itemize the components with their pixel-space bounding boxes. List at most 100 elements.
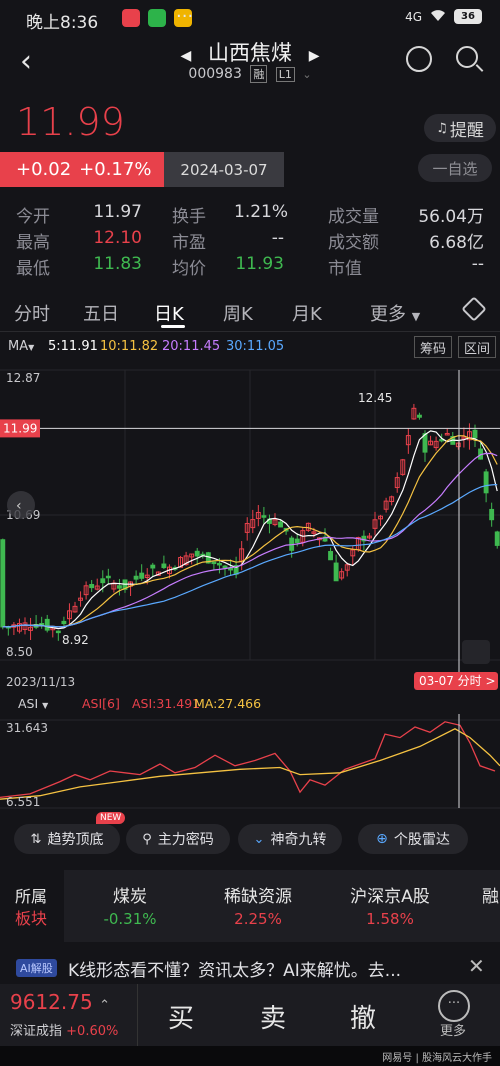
candle-body (483, 471, 489, 494)
stat-label: 市盈 (172, 233, 206, 253)
quote-date: 2024-03-07 (164, 152, 284, 187)
refresh-icon[interactable] (406, 46, 432, 72)
candle-body (55, 630, 61, 634)
high-price-label: 12.45 (358, 391, 392, 405)
y-axis-bottom: 8.50 (6, 645, 33, 659)
sector-panel: 所属 板块 煤炭 -0.31% 稀缺资源 2.25% 沪深京A股 1.58% 融 (0, 870, 500, 942)
price-change-pct: +0.17% (79, 159, 152, 180)
buy-button[interactable]: 买 (168, 998, 194, 1035)
sector-item-ashare[interactable]: 沪深京A股 (330, 882, 450, 907)
trend-top-bottom-button[interactable]: ⇅ 趋势顶底 (14, 824, 120, 854)
tab-five-day[interactable]: 五日 (83, 300, 119, 326)
stat-label: 最低 (16, 259, 50, 279)
status-more-icon: ··· (176, 6, 194, 27)
watchlist-button[interactable]: 一自选 (418, 154, 492, 182)
stat-label: 成交额 (328, 233, 379, 253)
chevron-down-icon: ⌄ (253, 831, 265, 847)
ma10-value: 10:11.82 (100, 339, 159, 354)
stat-label: 最高 (16, 233, 50, 253)
stat-value: 6.68亿 (429, 233, 484, 253)
candle-body (194, 550, 200, 557)
search-icon[interactable] (456, 46, 478, 68)
close-icon[interactable]: ✕ (468, 954, 485, 978)
asi-legend-row: ASI ▼ ASI[6] ASI:31.491 MA:27.466 (0, 692, 500, 716)
candle-body (228, 567, 234, 571)
candle-body (117, 585, 122, 589)
index-info: 深证成指 +0.60% (10, 1024, 119, 1039)
index-value[interactable]: 9612.75 ⌃ (10, 990, 110, 1014)
watermark-strip: 网易号 | 股海风云大作手 (0, 1046, 500, 1066)
tab-intraday[interactable]: 分时 (14, 300, 50, 326)
bell-icon: ♫ (436, 120, 448, 136)
remind-button[interactable]: ♫ 提醒 (424, 114, 496, 142)
asi-ma-line (0, 728, 500, 800)
chips-button[interactable]: 筹码 (414, 336, 453, 358)
ai-strip[interactable]: AI解股 K线形态看不懂？资讯太多？AI来解忧。去... ✕ (0, 952, 500, 982)
more-label[interactable]: 更多 (440, 1020, 466, 1039)
stat-value: 56.04万 (418, 207, 484, 227)
start-date: 2023/11/13 (6, 675, 75, 689)
sector-item-rare[interactable]: 稀缺资源 (198, 882, 318, 907)
cancel-order-button[interactable]: 撤 (350, 998, 376, 1035)
margin-tag: 融 (250, 65, 268, 83)
stat-value: -- (471, 254, 484, 274)
range-button[interactable]: 区间 (458, 336, 497, 358)
stat-value: 11.83 (93, 254, 142, 274)
stat-value: 11.97 (93, 202, 142, 222)
candle-body (61, 620, 67, 625)
stock-radar-button[interactable]: ⊕ 个股雷达 (358, 824, 468, 854)
trend-arrows-icon: ⇅ (30, 831, 42, 847)
sector-item-coal[interactable]: 煤炭 (70, 882, 190, 907)
prev-stock-icon[interactable]: ◀ (181, 48, 192, 64)
key-icon: ⚲ (142, 831, 152, 847)
tab-monthly-k[interactable]: 月K (292, 300, 322, 326)
ai-text: K线形态看不懂？资讯太多？AI来解忧。去... (68, 961, 402, 981)
asi-ma-value: MA:27.466 (194, 696, 262, 711)
caret-down-icon: ▼ (411, 310, 421, 323)
period-tabs: 分时 五日 日K 周K 月K 更多 ▼ (0, 290, 500, 332)
candle-body (278, 521, 284, 528)
kline-chart[interactable]: 12.8710.698.5011.9912.458.922023/11/1303… (0, 360, 500, 692)
asi-y-top: 31.643 (6, 721, 48, 735)
bottom-bar: 9612.75 ⌃ 深证成指 +0.60% 买 卖 撤 ··· 更多 (0, 984, 500, 1046)
stat-value: 1.21% (234, 202, 289, 222)
tab-weekly-k[interactable]: 周K (223, 300, 253, 326)
stat-label: 换手 (172, 207, 206, 227)
ma-selector[interactable]: MA▼ (8, 339, 34, 354)
more-icon[interactable]: ··· (438, 990, 470, 1022)
next-stock-icon[interactable]: ▶ (309, 48, 320, 64)
sell-button[interactable]: 卖 (260, 998, 286, 1035)
level-tag: L1 (275, 67, 295, 82)
candle-body (150, 564, 156, 569)
status-right: 4G 36 (405, 8, 482, 25)
candle-body (333, 562, 339, 582)
tab-more[interactable]: 更多 ▼ (370, 300, 420, 326)
radar-icon: ⊕ (376, 831, 388, 847)
candle-body (133, 575, 139, 580)
stat-label: 市值 (328, 259, 362, 279)
magic-nine-button[interactable]: ⌄ 神奇九转 (238, 824, 342, 854)
kline-grid (0, 369, 500, 661)
sector-item-rare-pct: 2.25% (234, 910, 282, 928)
candle-body (217, 562, 222, 566)
dropdown-icon[interactable]: ⌄ (302, 68, 311, 81)
app-notification-icon (122, 9, 140, 27)
end-date-label: 03-07 分时 > (419, 674, 496, 688)
stat-label: 今开 (16, 207, 50, 227)
sector-item-margin[interactable]: 融 (482, 882, 500, 907)
tab-daily-k[interactable]: 日K (154, 300, 184, 326)
candle-body (44, 618, 50, 631)
status-bar: 晚上8:36 ··· 4G 36 (0, 0, 500, 36)
tab-active-indicator (161, 325, 185, 328)
caret-up-icon: ⌃ (99, 998, 110, 1013)
main-force-code-button[interactable]: ⚲ 主力密码 (126, 824, 230, 854)
ma-legend-row: MA▼ 5:11.91 10:11.82 20:11.45 30:11.05 筹… (0, 334, 500, 360)
caret-down-icon: ▼ (42, 701, 49, 710)
asi-selector[interactable]: ASI ▼ (18, 696, 48, 711)
signal-icon: 4G (405, 9, 422, 24)
asi-chart[interactable]: 31.643 6.551 (0, 714, 500, 816)
candle-body (139, 572, 145, 579)
stat-value: 12.10 (93, 228, 142, 248)
battery-icon: 36 (454, 9, 482, 24)
wechat-icon (148, 9, 166, 27)
